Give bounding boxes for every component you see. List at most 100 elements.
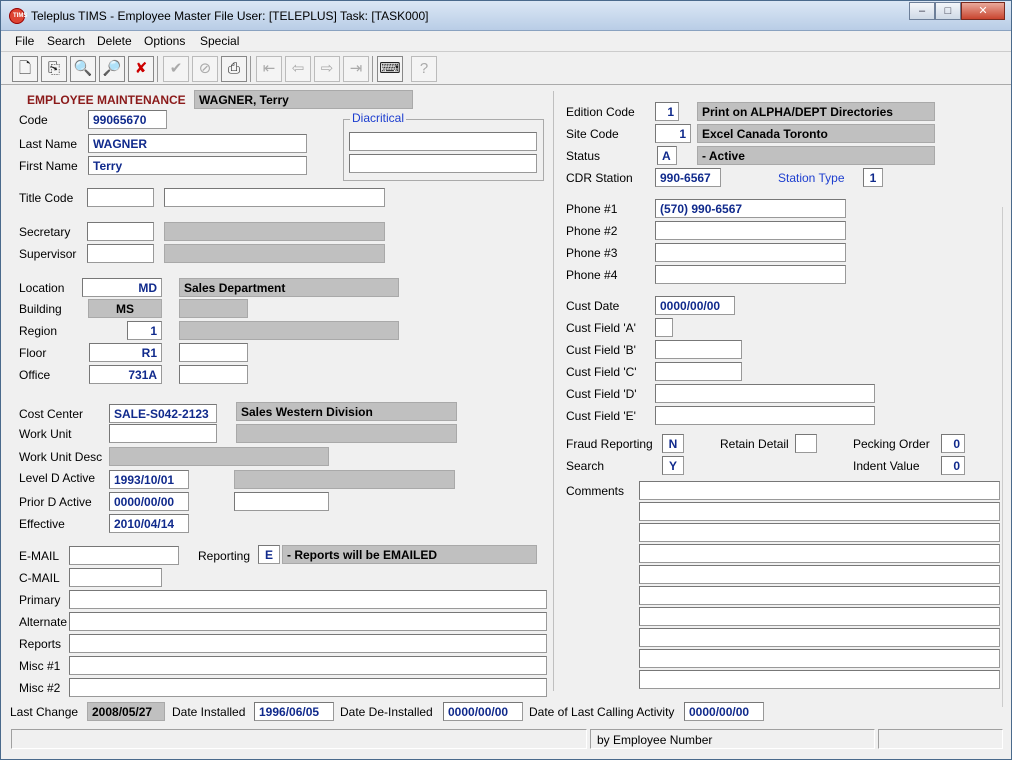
cust-e-field[interactable] bbox=[655, 406, 875, 425]
fraud-reporting-label: Fraud Reporting bbox=[566, 437, 653, 451]
first-record-icon[interactable]: ⇤ bbox=[256, 56, 282, 82]
cancel-icon[interactable]: ⊘ bbox=[192, 56, 218, 82]
work-unit-field[interactable] bbox=[109, 424, 217, 443]
vertical-scrollbar[interactable] bbox=[1002, 207, 1010, 707]
date-installed-field[interactable]: 1996/06/05 bbox=[254, 702, 334, 721]
cost-center-field[interactable]: SALE-S042-2123 bbox=[109, 404, 217, 423]
comment-line-8[interactable] bbox=[639, 628, 1000, 647]
phone4-field[interactable] bbox=[655, 265, 846, 284]
fraud-reporting-field[interactable]: N bbox=[662, 434, 684, 453]
site-code-field[interactable]: 1 bbox=[655, 124, 691, 143]
station-type-label: Station Type bbox=[778, 171, 845, 185]
search-field[interactable]: Y bbox=[662, 456, 684, 475]
misc2-field[interactable] bbox=[69, 678, 547, 697]
comment-line-9[interactable] bbox=[639, 649, 1000, 668]
find-icon[interactable]: 🔍 bbox=[70, 56, 96, 82]
window-title: Teleplus TIMS - Employee Master File Use… bbox=[31, 9, 429, 23]
delete-x-icon[interactable]: ✘ bbox=[128, 56, 154, 82]
pecking-order-field[interactable]: 0 bbox=[941, 434, 965, 453]
comment-line-5[interactable] bbox=[639, 565, 1000, 584]
confirm-check-icon[interactable]: ✔ bbox=[163, 56, 189, 82]
cust-a-field[interactable] bbox=[655, 318, 673, 337]
menu-search[interactable]: Search bbox=[47, 34, 85, 48]
tims-logo-icon: TIMS bbox=[9, 8, 27, 24]
copy-icon[interactable]: ⎘ bbox=[41, 56, 67, 82]
print-icon[interactable]: ⎙ bbox=[221, 56, 247, 82]
cdr-station-field[interactable]: 990-6567 bbox=[655, 168, 721, 187]
floor-field[interactable]: R1 bbox=[89, 343, 162, 362]
comment-line-7[interactable] bbox=[639, 607, 1000, 626]
phone3-field[interactable] bbox=[655, 243, 846, 262]
comment-line-2[interactable] bbox=[639, 502, 1000, 521]
maximize-button[interactable]: □ bbox=[935, 2, 961, 20]
supervisor-field[interactable] bbox=[87, 244, 154, 263]
primary-field[interactable] bbox=[69, 590, 547, 609]
phone1-field[interactable]: (570) 990-6567 bbox=[655, 199, 846, 218]
minimize-button[interactable]: – bbox=[909, 2, 935, 20]
menu-file[interactable]: File bbox=[15, 34, 34, 48]
search-label: Search bbox=[566, 459, 605, 473]
close-button[interactable]: ✕ bbox=[961, 2, 1005, 20]
prior-d-desc[interactable] bbox=[234, 492, 329, 511]
email-field[interactable] bbox=[69, 546, 179, 565]
app-window: TIMS Teleplus TIMS - Employee Master Fil… bbox=[0, 0, 1012, 760]
date-deinstalled-field[interactable]: 0000/00/00 bbox=[443, 702, 523, 721]
reporting-field[interactable]: E bbox=[258, 545, 280, 564]
diacritical-field-1[interactable] bbox=[349, 132, 537, 151]
location-field[interactable]: MD bbox=[82, 278, 162, 297]
cust-b-field[interactable] bbox=[655, 340, 742, 359]
floor-desc[interactable] bbox=[179, 343, 248, 362]
menu-options[interactable]: Options bbox=[144, 34, 185, 48]
menu-special[interactable]: Special bbox=[200, 34, 239, 48]
region-field[interactable]: 1 bbox=[127, 321, 162, 340]
cmail-field[interactable] bbox=[69, 568, 162, 587]
location-desc: Sales Department bbox=[179, 278, 399, 297]
level-d-desc bbox=[234, 470, 455, 489]
comment-line-4[interactable] bbox=[639, 544, 1000, 563]
next-record-icon[interactable]: ⇨ bbox=[314, 56, 340, 82]
retain-detail-field[interactable] bbox=[795, 434, 817, 453]
cust-c-field[interactable] bbox=[655, 362, 742, 381]
phone2-field[interactable] bbox=[655, 221, 846, 240]
comment-line-10[interactable] bbox=[639, 670, 1000, 689]
office-desc[interactable] bbox=[179, 365, 248, 384]
cust-d-field[interactable] bbox=[655, 384, 875, 403]
title-code-field[interactable] bbox=[87, 188, 154, 207]
indent-value-field[interactable]: 0 bbox=[941, 456, 965, 475]
office-field[interactable]: 731A bbox=[89, 365, 162, 384]
phone4-label: Phone #4 bbox=[566, 268, 618, 282]
edition-code-field[interactable]: 1 bbox=[655, 102, 679, 121]
comment-line-6[interactable] bbox=[639, 586, 1000, 605]
prev-record-icon[interactable]: ⇦ bbox=[285, 56, 311, 82]
secretary-field[interactable] bbox=[87, 222, 154, 241]
building-label: Building bbox=[19, 302, 62, 316]
prior-d-field[interactable]: 0000/00/00 bbox=[109, 492, 189, 511]
keyboard-icon[interactable]: ⌨ bbox=[377, 56, 403, 82]
comment-line-3[interactable] bbox=[639, 523, 1000, 542]
cost-center-desc: Sales Western Division bbox=[236, 402, 457, 421]
help-icon[interactable]: ? bbox=[411, 56, 437, 82]
comment-line-1[interactable] bbox=[639, 481, 1000, 500]
building-field: MS bbox=[88, 299, 162, 318]
last-name-field[interactable]: WAGNER bbox=[88, 134, 307, 153]
date-installed-label: Date Installed bbox=[172, 705, 246, 719]
new-icon[interactable]: 🗋 bbox=[12, 56, 38, 82]
cust-date-field[interactable]: 0000/00/00 bbox=[655, 296, 735, 315]
status-field[interactable]: A bbox=[657, 146, 677, 165]
misc1-field[interactable] bbox=[69, 656, 547, 675]
first-name-field[interactable]: Terry bbox=[88, 156, 307, 175]
last-calling-field[interactable]: 0000/00/00 bbox=[684, 702, 764, 721]
retain-detail-label: Retain Detail bbox=[720, 437, 789, 451]
level-d-field[interactable]: 1993/10/01 bbox=[109, 470, 189, 489]
reports-field[interactable] bbox=[69, 634, 547, 653]
find-next-icon[interactable]: 🔎 bbox=[99, 56, 125, 82]
last-record-icon[interactable]: ⇥ bbox=[343, 56, 369, 82]
diacritical-field-2[interactable] bbox=[349, 154, 537, 173]
effective-field[interactable]: 2010/04/14 bbox=[109, 514, 189, 533]
title-desc-field[interactable] bbox=[164, 188, 385, 207]
status-pane-extra bbox=[878, 729, 1003, 749]
menu-delete[interactable]: Delete bbox=[97, 34, 132, 48]
alternate-field[interactable] bbox=[69, 612, 547, 631]
station-type-field[interactable]: 1 bbox=[863, 168, 883, 187]
code-field[interactable]: 99065670 bbox=[88, 110, 167, 129]
